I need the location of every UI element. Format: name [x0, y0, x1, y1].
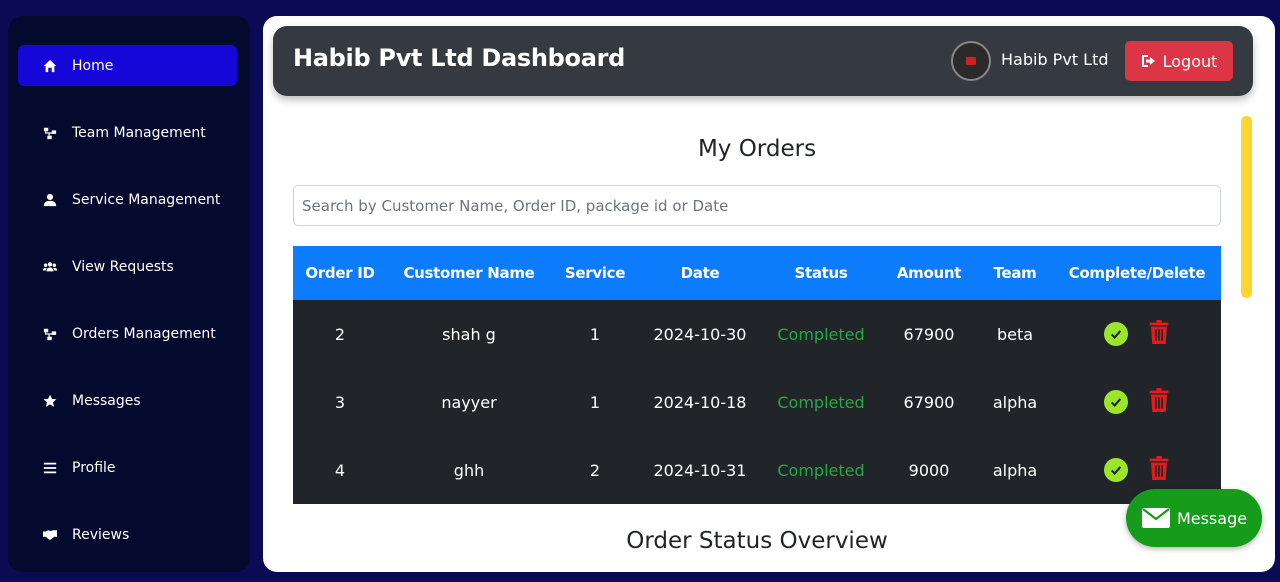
overview-title: Order Status Overview [626, 528, 888, 554]
main-panel: Habib Pvt Ltd Dashboard Habib Pvt Ltd Lo… [263, 16, 1275, 572]
message-button[interactable]: Message [1126, 489, 1262, 547]
delete-trash-icon[interactable] [1148, 320, 1170, 348]
sidebar-item-label: View Requests [72, 258, 174, 275]
sign-out-icon [1141, 55, 1155, 67]
sidebar-item-label: Messages [72, 392, 141, 409]
message-label: Message [1176, 508, 1248, 528]
sidebar-item-view-requests[interactable]: View Requests [18, 246, 237, 287]
date-cell: 2024-10-30 [639, 300, 761, 368]
complete-check-icon[interactable] [1104, 458, 1128, 482]
orders-table: Order ID Customer Name Service Date Stat… [293, 246, 1221, 504]
users-icon [42, 259, 58, 275]
star-icon [42, 393, 58, 409]
sidebar-item-home[interactable]: Home [18, 45, 237, 86]
sidebar: Home Team Management Service Management … [8, 16, 250, 572]
page-title: Habib Pvt Ltd Dashboard [293, 44, 626, 72]
sidebar-item-orders-management[interactable]: Orders Management [18, 313, 237, 354]
table-row: 3 nayyer 1 2024-10-18 Completed 67900 al… [293, 368, 1221, 436]
column-header: Team [977, 246, 1053, 300]
team-cell: beta [977, 300, 1053, 368]
order-id-cell: 2 [293, 300, 387, 368]
service-cell: 1 [551, 368, 639, 436]
column-header: Amount [881, 246, 977, 300]
sidebar-item-service-management[interactable]: Service Management [18, 179, 237, 220]
amount-cell: 67900 [881, 300, 977, 368]
logout-label: Logout [1162, 51, 1218, 71]
logout-button[interactable]: Logout [1125, 41, 1233, 81]
sidebar-item-team-management[interactable]: Team Management [18, 112, 237, 153]
scrollbar-thumb[interactable] [1241, 116, 1252, 298]
status-cell: Completed [761, 368, 881, 436]
complete-check-icon[interactable] [1104, 322, 1128, 346]
service-cell: 1 [551, 300, 639, 368]
search-input[interactable] [293, 185, 1221, 226]
actions-cell [1053, 300, 1221, 368]
sidebar-item-label: Team Management [72, 124, 206, 141]
team-cell: alpha [977, 368, 1053, 436]
sidebar-item-messages[interactable]: Messages [18, 380, 237, 421]
date-cell: 2024-10-18 [639, 368, 761, 436]
team-cell: alpha [977, 436, 1053, 504]
section-title: My Orders [697, 136, 817, 162]
customer-cell: nayyer [387, 368, 551, 436]
avatar[interactable] [951, 41, 991, 81]
table-row: 4 ghh 2 2024-10-31 Completed 9000 alpha [293, 436, 1221, 504]
amount-cell: 9000 [881, 436, 977, 504]
sitemap-icon [42, 326, 58, 342]
sitemap-icon [42, 125, 58, 141]
delete-trash-icon[interactable] [1148, 388, 1170, 416]
sidebar-item-label: Reviews [72, 526, 130, 543]
home-icon [42, 58, 58, 74]
actions-cell [1053, 368, 1221, 436]
sidebar-item-label: Orders Management [72, 325, 216, 342]
bars-icon [42, 460, 58, 476]
date-cell: 2024-10-31 [639, 436, 761, 504]
order-id-cell: 4 [293, 436, 387, 504]
column-header: Order ID [293, 246, 387, 300]
column-header: Status [761, 246, 881, 300]
header: Habib Pvt Ltd Dashboard Habib Pvt Ltd Lo… [273, 26, 1253, 96]
delete-trash-icon[interactable] [1148, 456, 1170, 484]
sidebar-item-label: Home [72, 57, 114, 74]
column-header: Complete/Delete [1053, 246, 1221, 300]
sidebar-item-label: Profile [72, 459, 116, 476]
table-row: 2 shah g 1 2024-10-30 Completed 67900 be… [293, 300, 1221, 368]
column-header: Customer Name [387, 246, 551, 300]
handshake-icon [42, 527, 58, 543]
complete-check-icon[interactable] [1104, 390, 1128, 414]
sidebar-item-reviews[interactable]: Reviews [18, 514, 237, 555]
customer-cell: ghh [387, 436, 551, 504]
status-cell: Completed [761, 436, 881, 504]
column-header: Service [551, 246, 639, 300]
company-name: Habib Pvt Ltd [1001, 50, 1109, 69]
order-id-cell: 3 [293, 368, 387, 436]
customer-cell: shah g [387, 300, 551, 368]
column-header: Date [639, 246, 761, 300]
table-header-row: Order ID Customer Name Service Date Stat… [293, 246, 1221, 300]
company-logo [966, 57, 976, 65]
sidebar-item-label: Service Management [72, 191, 221, 208]
service-cell: 2 [551, 436, 639, 504]
sidebar-item-profile[interactable]: Profile [18, 447, 237, 488]
status-cell: Completed [761, 300, 881, 368]
envelope-icon [1141, 508, 1170, 528]
user-icon [42, 192, 58, 208]
amount-cell: 67900 [881, 368, 977, 436]
